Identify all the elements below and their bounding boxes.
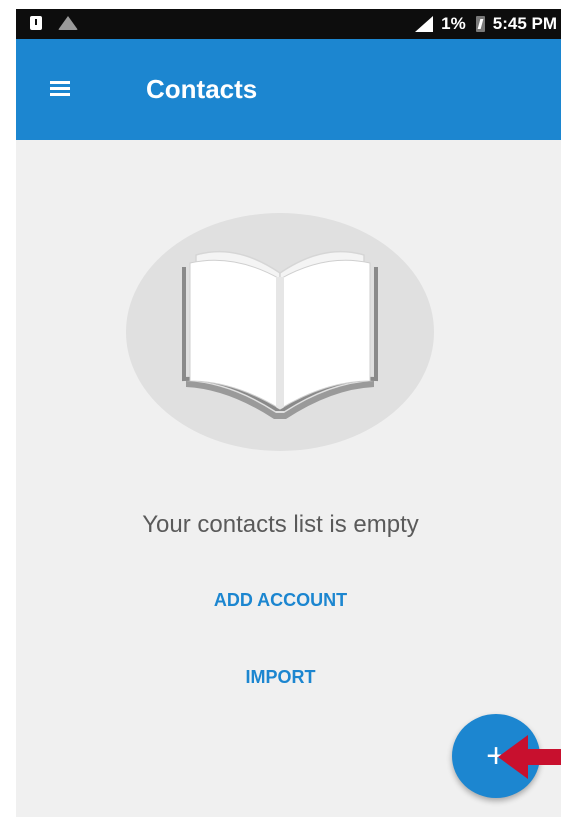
clock: 5:45 PM <box>492 14 557 33</box>
battery-percent: 1% <box>441 14 466 33</box>
wifi-icon <box>58 16 78 30</box>
battery-charging-icon <box>475 16 485 32</box>
empty-state-illustration <box>126 213 434 451</box>
status-bar-left <box>30 16 78 30</box>
annotation-arrow-icon <box>498 735 561 779</box>
status-bar: 1% 5:45 PM <box>16 9 561 39</box>
import-button[interactable]: IMPORT <box>0 666 561 688</box>
hamburger-menu-icon[interactable] <box>44 77 76 103</box>
status-bar-right: 1% 5:45 PM <box>415 14 557 34</box>
add-account-button[interactable]: ADD ACCOUNT <box>0 589 561 611</box>
empty-state-message: Your contacts list is empty <box>142 511 419 538</box>
open-book-icon <box>182 250 378 419</box>
page-title: Contacts <box>146 74 258 104</box>
signal-icon <box>415 16 434 32</box>
notification-icon <box>30 16 42 30</box>
app-bar: Contacts <box>16 39 561 140</box>
